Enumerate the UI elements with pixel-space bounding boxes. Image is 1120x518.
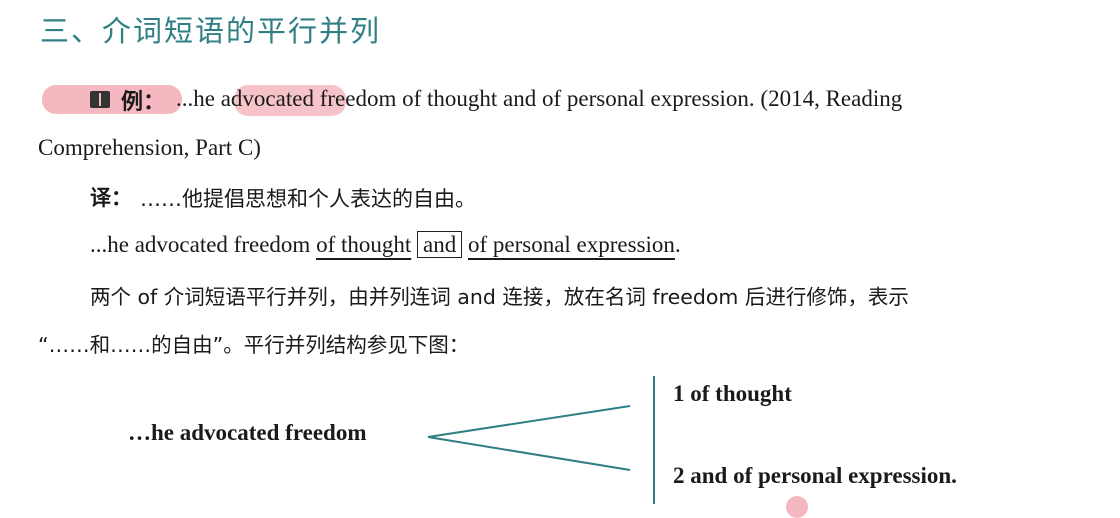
diagram-stem: …he advocated freedom (128, 420, 367, 445)
diagram-branch-line-upper (427, 405, 631, 438)
diagram-branch-2: 2 and of personal expression. (673, 463, 957, 488)
highlight-dot (786, 496, 808, 518)
diagram-branch-1: 1 of thought (673, 381, 792, 406)
diagram-branch-line-lower (427, 436, 631, 471)
